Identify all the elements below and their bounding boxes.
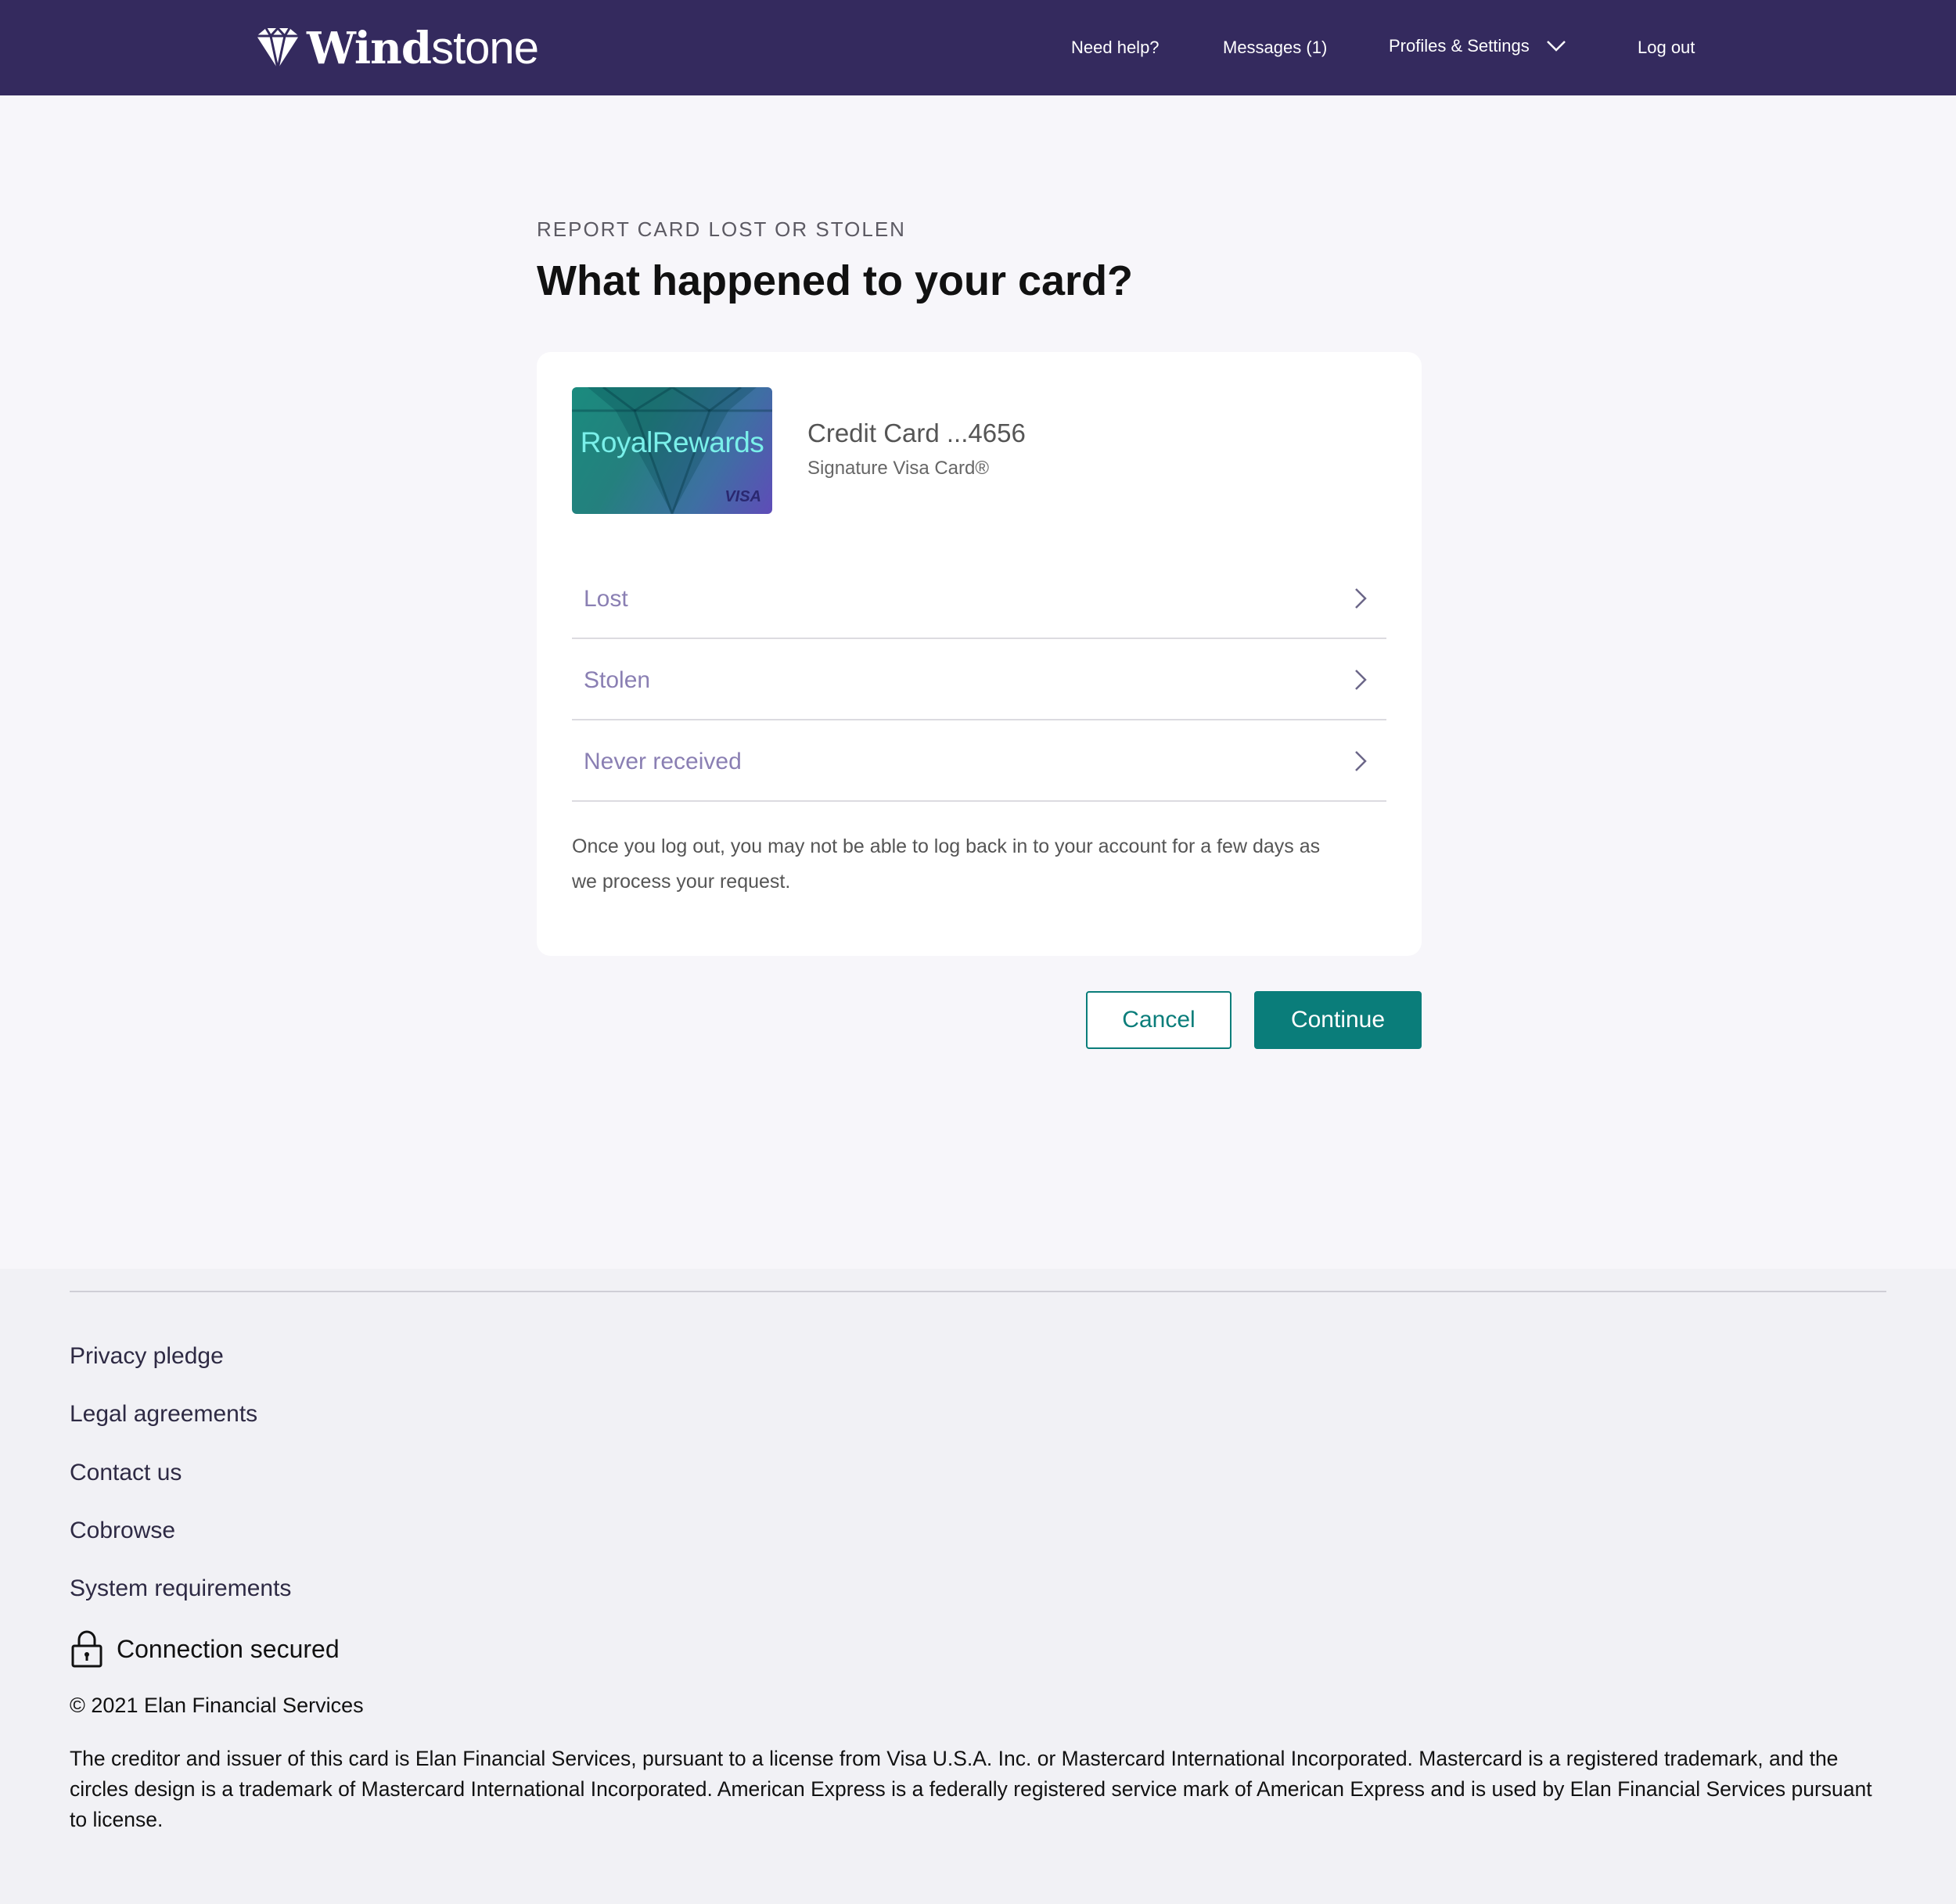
copyright: © 2021 Elan Financial Services [70, 1694, 364, 1717]
nav-profiles-label: Profiles & Settings [1389, 36, 1530, 56]
windstone-logo[interactable]: Windstone [255, 23, 539, 74]
option-lost[interactable]: Lost [572, 559, 1386, 639]
logo-wordmark-light: stone [431, 23, 539, 74]
footer-link-system-requirements[interactable]: System requirements [70, 1575, 291, 1602]
nav-need-help[interactable]: Need help? [1071, 36, 1160, 59]
nav-messages[interactable]: Messages (1) [1223, 36, 1327, 59]
page-footer: Privacy pledge Legal agreements Contact … [0, 1269, 1956, 1904]
card-report-panel: RoyalRewards VISA Credit Card ...4656 Si… [537, 352, 1422, 956]
cancel-button[interactable]: Cancel [1086, 991, 1231, 1049]
chevron-right-icon [1355, 670, 1367, 690]
footer-link-contact-us[interactable]: Contact us [70, 1460, 182, 1486]
footer-link-privacy-pledge[interactable]: Privacy pledge [70, 1343, 224, 1370]
chevron-down-icon [1546, 41, 1566, 52]
option-label: Lost [584, 586, 628, 612]
nav-log-out[interactable]: Log out [1638, 36, 1695, 59]
connection-secured-label: Connection secured [117, 1634, 340, 1663]
page-title: What happened to your card? [537, 257, 1134, 304]
logo-wordmark: Windstone [307, 23, 539, 74]
connection-secured: Connection secured [70, 1630, 340, 1668]
logo-wordmark-bold: Wind [307, 23, 432, 74]
option-never-received[interactable]: Never received [572, 722, 1386, 802]
diamond-logo-icon [257, 27, 299, 70]
chevron-right-icon [1355, 751, 1367, 771]
option-label: Never received [584, 749, 742, 774]
footer-link-legal-agreements[interactable]: Legal agreements [70, 1401, 257, 1428]
page-eyebrow: REPORT CARD LOST OR STOLEN [537, 217, 906, 241]
chevron-right-icon [1355, 588, 1367, 609]
card-type: Signature Visa Card® [807, 458, 990, 479]
option-stolen[interactable]: Stolen [572, 641, 1386, 720]
visa-logo: VISA [725, 488, 761, 505]
logout-notice: Once you log out, you may not be able to… [572, 835, 1321, 893]
continue-button[interactable]: Continue [1254, 991, 1422, 1049]
lock-icon [71, 1630, 102, 1668]
legal-disclaimer: The creditor and issuer of this card is … [70, 1747, 1872, 1831]
option-label: Stolen [584, 667, 651, 693]
footer-link-cobrowse[interactable]: Cobrowse [70, 1518, 175, 1544]
card-image: RoyalRewards VISA [572, 387, 772, 514]
top-header: Windstone Need help? Messages (1) Profil… [0, 0, 1956, 95]
footer-divider [70, 1291, 1886, 1292]
nav-profiles-settings[interactable]: Profiles & Settings [1389, 34, 1567, 58]
card-brand-text: RoyalRewards [580, 426, 764, 458]
card-name: Credit Card ...4656 [807, 419, 1026, 447]
